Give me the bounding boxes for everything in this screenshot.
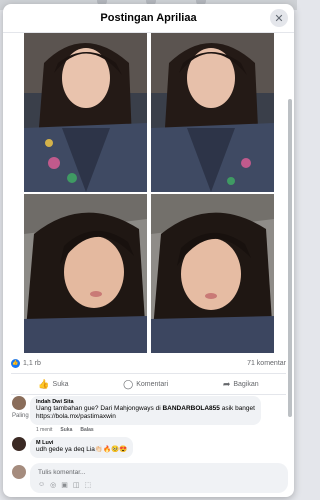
comment-bubble: M Luvi udh gede ya deq Lia👏🏻🔥🥺😍 — [30, 437, 134, 458]
comment-text-bold: BANDARBOLA855 — [162, 405, 220, 412]
close-icon: ✕ — [274, 12, 284, 25]
comment-reply-button[interactable]: Balas — [80, 427, 93, 433]
close-button[interactable]: ✕ — [270, 9, 288, 27]
comment-text-part: Uang tambahan gue? Dari Mahjongways di — [36, 405, 163, 412]
comment-time[interactable]: 1 menit — [36, 427, 52, 433]
post-photo[interactable] — [24, 33, 274, 353]
post-modal: Postingan Apriliaa ✕ 👍 1,1 rb 71 komenta… — [3, 4, 294, 497]
comment-meta: 1 menit Suka Balas — [36, 427, 261, 433]
photo-tile — [151, 194, 274, 353]
share-label: Bagikan — [233, 380, 259, 388]
comment-input[interactable]: Tulis komentar... — [38, 469, 85, 476]
modal-title: Postingan Apriliaa — [100, 12, 197, 24]
thumbs-up-icon: 👍 — [38, 378, 50, 389]
comment-item: Indah Dwi Sita Uang tambahan gue? Dari M… — [12, 396, 261, 433]
comment-like-button[interactable]: Suka — [60, 427, 72, 433]
avatar — [12, 465, 26, 479]
comment-input-box[interactable]: Tulis komentar... ☺ ◎ ▣ ◫ ⬚ — [30, 463, 288, 493]
share-icon: ➦ — [222, 378, 231, 389]
comment-composer: Tulis komentar... ☺ ◎ ▣ ◫ ⬚ — [12, 463, 288, 493]
like-reaction-icon: 👍 — [11, 358, 20, 368]
more-icon[interactable]: ⬚ — [85, 481, 92, 489]
avatar[interactable] — [12, 437, 26, 451]
share-button[interactable]: ➦ Bagikan — [223, 379, 259, 390]
post-scroll-area[interactable]: 👍 1,1 rb 71 komentar 👍 Suka ◯ Komentari … — [3, 33, 294, 497]
comment-text-part: asik banget — [219, 405, 255, 412]
like-label: Suka — [52, 380, 69, 388]
photo-tile — [24, 194, 147, 353]
comment-text: Uang tambahan gue? Dari Mahjongways di B… — [36, 405, 255, 421]
comment-item: M Luvi udh gede ya deq Lia👏🏻🔥🥺😍 — [12, 437, 134, 458]
composer-toolbar: ☺ ◎ ▣ ◫ ⬚ — [38, 481, 91, 489]
comment-label: Komentari — [136, 380, 169, 388]
comment-text: udh gede ya deq Lia👏🏻🔥🥺😍 — [36, 446, 128, 453]
post-actions: 👍 Suka ◯ Komentari ➦ Bagikan — [11, 373, 286, 395]
comment-bubble: Indah Dwi Sita Uang tambahan gue? Dari M… — [30, 396, 261, 425]
sticker-icon[interactable]: ◫ — [73, 481, 80, 489]
comment-count[interactable]: 71 komentar — [247, 360, 286, 367]
comment-icon: ◯ — [123, 378, 134, 389]
emoji-icon[interactable]: ☺ — [38, 481, 45, 489]
like-button[interactable]: 👍 Suka — [38, 379, 68, 390]
comment-link[interactable]: https://bola.mx/pastimaxwin — [36, 413, 116, 420]
photo-tile — [24, 33, 147, 192]
scrollbar[interactable] — [288, 99, 292, 417]
avatar[interactable] — [12, 396, 26, 410]
screen: Postingan Apriliaa ✕ 👍 1,1 rb 71 komenta… — [0, 0, 297, 500]
reactions-summary[interactable]: 👍 1,1 rb — [11, 358, 41, 368]
comment-button[interactable]: ◯ Komentari — [123, 379, 168, 390]
modal-header: Postingan Apriliaa ✕ — [3, 4, 294, 33]
camera-icon[interactable]: ◎ — [50, 481, 56, 489]
photo-tile — [151, 33, 274, 192]
gif-icon[interactable]: ▣ — [61, 481, 68, 489]
post-stats: 👍 1,1 rb 71 komentar — [11, 356, 286, 370]
reaction-count: 1,1 rb — [23, 359, 41, 367]
